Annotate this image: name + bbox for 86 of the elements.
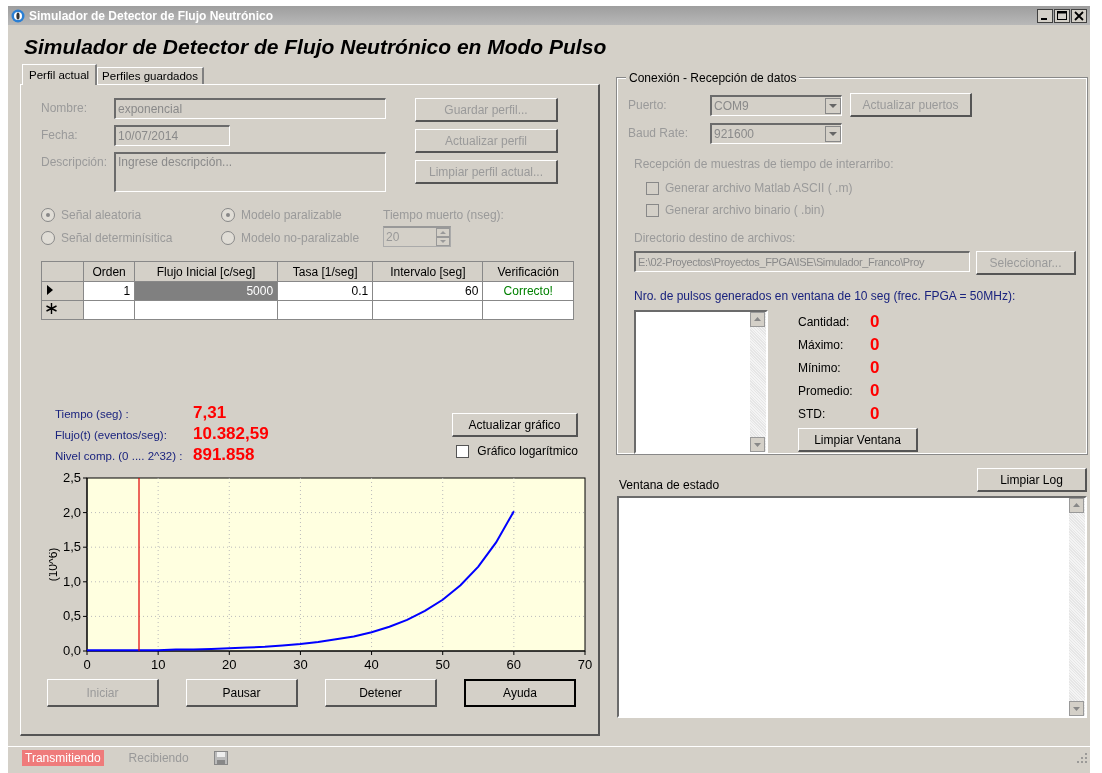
current-row-icon bbox=[46, 285, 54, 295]
column-header[interactable]: Intervalo [seg] bbox=[372, 261, 483, 282]
minimize-icon[interactable] bbox=[1037, 8, 1053, 23]
readout-value: 10.382,59 bbox=[193, 424, 269, 444]
group-title: Conexión - Recepción de datos bbox=[626, 71, 800, 85]
field-label: Nombre: bbox=[41, 100, 88, 115]
clear-log-button[interactable]: Limpiar Log bbox=[977, 468, 1087, 492]
x-tick-label: 0 bbox=[83, 657, 91, 672]
status-log[interactable] bbox=[617, 496, 1087, 718]
scroll-down-icon[interactable] bbox=[1069, 701, 1084, 716]
column-header[interactable]: Orden bbox=[83, 261, 135, 282]
clear-window-button[interactable]: Limpiar Ventana bbox=[798, 428, 918, 452]
y-tick-label: 0,5 bbox=[62, 608, 81, 624]
column-header[interactable]: Tasa [1/seg] bbox=[277, 261, 373, 282]
checkbox[interactable] bbox=[456, 444, 470, 458]
option-label: Modelo no-paralizable bbox=[241, 231, 360, 245]
stat-label: Cantidad: bbox=[798, 314, 851, 329]
stat-value: 0 bbox=[870, 403, 880, 424]
stat-label: Máximo: bbox=[798, 337, 845, 352]
x-tick-label: 30 bbox=[293, 657, 308, 672]
y-axis-label: (10^6) bbox=[49, 547, 60, 582]
stat-label: Promedio: bbox=[798, 383, 854, 398]
stat-value: 0 bbox=[870, 357, 880, 378]
new-row-icon bbox=[46, 303, 57, 314]
x-tick-label: 40 bbox=[364, 657, 379, 672]
x-tick-label: 70 bbox=[577, 657, 593, 672]
dead-time-label: Tiempo muerto (nseg): bbox=[383, 208, 504, 222]
scrollbar[interactable] bbox=[1069, 498, 1085, 716]
pulses-label: Nro. de pulsos generados en ventana de 10 seg (frec. FPGA = 50MHz): bbox=[634, 289, 1017, 303]
scroll-down-icon[interactable] bbox=[750, 437, 765, 452]
y-tick-label: 1,5 bbox=[62, 539, 81, 555]
checkbox-label: Gráfico logarítmico bbox=[477, 444, 578, 458]
x-tick-label: 20 bbox=[222, 657, 237, 672]
checkbox-label: Generar archivo binario ( .bin) bbox=[665, 203, 825, 217]
stat-label: STD: bbox=[798, 406, 827, 421]
resize-grip-icon[interactable] bbox=[1076, 752, 1088, 764]
table-cell[interactable]: 0.1 bbox=[277, 281, 373, 301]
y-tick-label: 2,5 bbox=[62, 470, 81, 485]
status-indicator: Recibiendo bbox=[127, 750, 190, 766]
field-label: Puerto: bbox=[628, 98, 668, 112]
stat-value: 0 bbox=[870, 334, 880, 355]
option-label: Señal determinísitica bbox=[61, 231, 173, 245]
option-label: Señal aleatoria bbox=[61, 208, 142, 222]
section-label: Recepción de muestras de tiempo de interarribo: bbox=[634, 157, 895, 171]
readout-label: Tiempo (seg) : bbox=[55, 408, 130, 420]
stat-value: 0 bbox=[870, 311, 880, 332]
y-tick-label: 0,0 bbox=[62, 643, 81, 658]
maximize-icon[interactable] bbox=[1054, 8, 1070, 23]
y-tick-label: 1,0 bbox=[62, 573, 81, 589]
column-header[interactable]: Flujo Inicial [c/seg] bbox=[134, 261, 278, 282]
update-chart-button[interactable]: Actualizar gráfico bbox=[452, 413, 578, 437]
option-label: Modelo paralizable bbox=[241, 208, 342, 222]
scroll-up-icon[interactable] bbox=[750, 312, 765, 327]
section-label: Directorio destino de archivos: bbox=[634, 231, 797, 245]
window-title: Simulador de Detector de Flujo Neutrónico bbox=[29, 8, 274, 23]
x-tick-label: 60 bbox=[506, 657, 522, 672]
app-icon bbox=[11, 8, 25, 23]
field-label: Baud Rate: bbox=[628, 126, 690, 140]
app-heading: Simulador de Detector de Flujo Neutrónico en Modo Pulso bbox=[24, 35, 608, 60]
action-button[interactable]: Pausar bbox=[186, 679, 298, 707]
status-indicator: Transmitiendo bbox=[22, 750, 104, 766]
stat-label: Mínimo: bbox=[798, 360, 842, 375]
column-header[interactable]: Verificación bbox=[482, 261, 574, 282]
x-tick-label: 10 bbox=[150, 657, 166, 672]
scrollbar[interactable] bbox=[750, 312, 766, 452]
action-button[interactable]: Detener bbox=[325, 679, 437, 707]
close-icon[interactable] bbox=[1071, 8, 1087, 23]
x-tick-label: 50 bbox=[435, 657, 450, 672]
readout-value: 891.858 bbox=[193, 445, 255, 465]
table-cell[interactable]: 60 bbox=[372, 281, 483, 301]
checkbox-label: Generar archivo Matlab ASCII ( .m) bbox=[665, 181, 853, 195]
scroll-up-icon[interactable] bbox=[1069, 498, 1084, 513]
status-window-label: Ventana de estado bbox=[619, 478, 720, 492]
action-button[interactable]: Ayuda bbox=[464, 679, 576, 707]
pulses-list[interactable] bbox=[634, 310, 768, 454]
tab[interactable]: Perfil actual bbox=[22, 64, 98, 85]
readout-label: Nivel comp. (0 .... 2^32) : bbox=[55, 450, 184, 462]
readout-value: 7,31 bbox=[193, 403, 227, 423]
table-cell[interactable]: 1 bbox=[83, 281, 135, 301]
field-label: Descripción: bbox=[41, 154, 109, 169]
readout-label: Flujo(t) (eventos/seg): bbox=[55, 429, 168, 441]
tab[interactable]: Perfiles guardados bbox=[97, 67, 204, 84]
field-label: Fecha: bbox=[41, 127, 79, 142]
y-tick-label: 2,0 bbox=[62, 504, 81, 520]
table-cell[interactable]: Correcto! bbox=[482, 281, 574, 301]
stat-value: 0 bbox=[870, 380, 880, 401]
